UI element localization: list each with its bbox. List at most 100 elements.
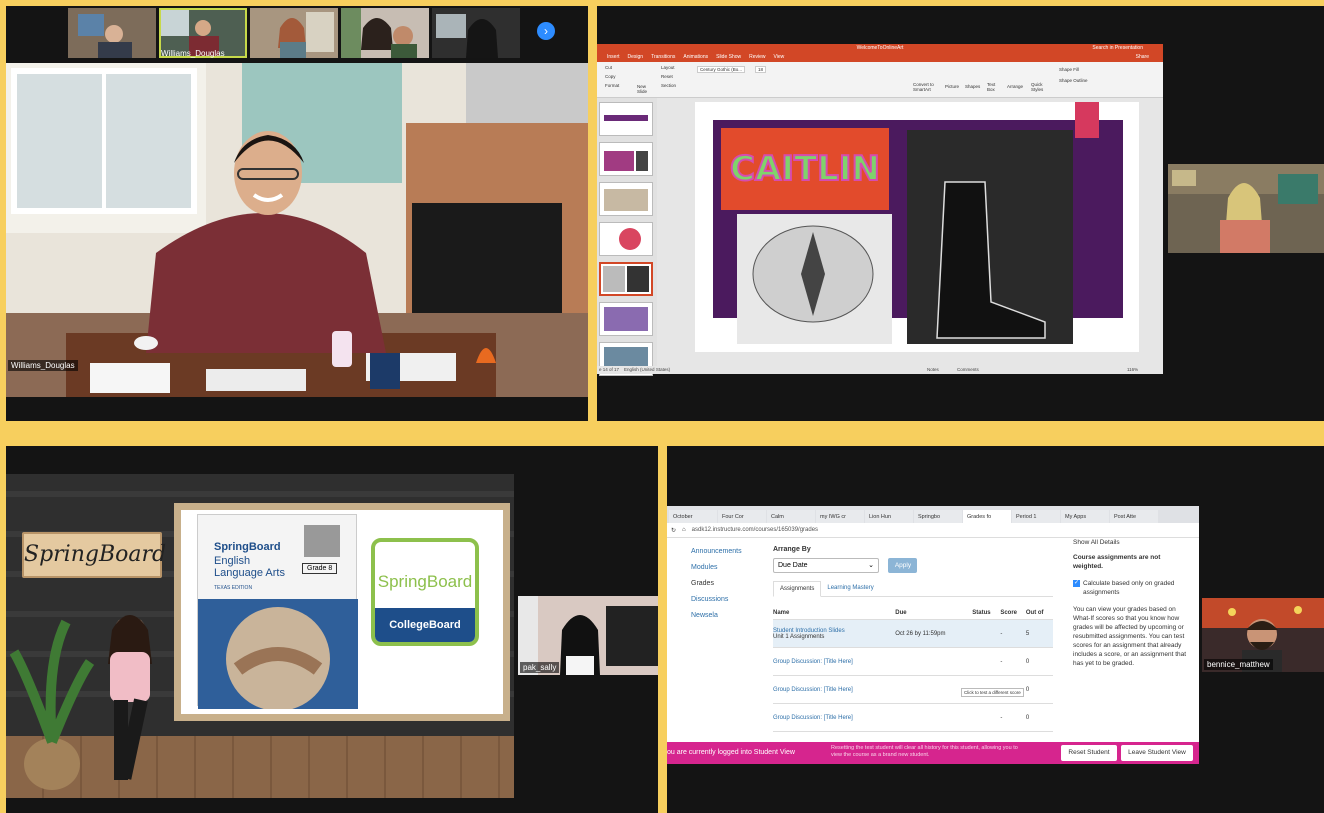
convert-smartart-button[interactable]: Convert to SmartArt [913, 82, 937, 92]
format-painter-button[interactable]: Format [605, 83, 619, 88]
tab-learning-mastery[interactable]: Learning Mastery [821, 581, 879, 596]
ppt-tab[interactable]: Review [749, 53, 765, 62]
ppt-ribbon: Cut Copy Format New Slide Layout Reset S… [597, 62, 1163, 98]
browser-tab[interactable]: Calm [767, 510, 815, 523]
home-icon[interactable]: ⌂ [682, 527, 686, 533]
ppt-tab[interactable]: Transitions [651, 53, 675, 62]
shape-fill-button[interactable]: Shape Fill [1059, 67, 1079, 72]
browser-tab[interactable]: My Apps [1061, 510, 1109, 523]
shapes-button[interactable]: Shapes [965, 84, 980, 89]
ppt-share-button[interactable]: Share [1136, 53, 1149, 62]
participant-thumb[interactable] [68, 8, 156, 58]
copy-button[interactable]: Copy [605, 74, 616, 79]
url-field[interactable]: asdk12.instructure.com/courses/165039/gr… [692, 527, 818, 533]
nav-newsela[interactable]: Newsela [691, 608, 742, 624]
participant-thumb-active[interactable]: Williams_Douglas [159, 8, 247, 58]
slide-thumbnail[interactable] [599, 182, 653, 216]
grades-content: Arrange By Due Date ⌄ Apply Assignments L… [773, 538, 1053, 732]
new-slide-button[interactable]: New Slide [637, 84, 655, 94]
leave-student-view-button[interactable]: Leave Student View [1121, 745, 1193, 761]
book-subject: English Language Arts [214, 555, 285, 579]
canvas-course-page: Announcements Modules Grades Discussions… [667, 538, 1199, 742]
grades-tabs: Assignments Learning Mastery [773, 581, 1053, 597]
notes-button[interactable]: Notes [927, 366, 939, 374]
score-cell[interactable]: - [1000, 647, 1026, 676]
reset-student-button[interactable]: Reset Student [1061, 745, 1117, 761]
ppt-statusbar: e 14 of 17 English (United States) Notes… [597, 366, 1163, 374]
slide-thumbnail-selected[interactable] [599, 262, 653, 296]
reset-button[interactable]: Reset [661, 74, 673, 79]
assignment-link[interactable]: Group Discussion: [Title Here] [773, 659, 853, 665]
ppt-body: CAITLIN [597, 98, 1163, 376]
book-image-placeholder [304, 525, 340, 557]
slide-thumbnail[interactable] [599, 222, 653, 256]
next-page-button[interactable]: › [537, 22, 555, 40]
nav-announcements[interactable]: Announcements [691, 544, 742, 560]
browser-tab[interactable]: Springbo [914, 510, 962, 523]
participant-thumb[interactable] [341, 8, 429, 58]
score-cell[interactable]: - [1000, 703, 1026, 732]
picture-button[interactable]: Picture [945, 84, 959, 89]
font-select[interactable]: Century Gothic (Bo... [697, 66, 746, 73]
status-cell [972, 619, 1001, 648]
slide-thumbnail[interactable] [599, 142, 653, 176]
comments-button[interactable]: Comments [957, 366, 979, 374]
ppt-search[interactable]: Search in Presentation [1092, 44, 1143, 53]
score-tooltip: Click to test a different score [961, 688, 1024, 697]
book-edition: TEXAS EDITION [214, 585, 253, 591]
slide-thumbnail[interactable] [599, 302, 653, 336]
ppt-tab[interactable]: Insert [607, 53, 620, 62]
arrange-by-label: Arrange By [773, 546, 811, 553]
tab-assignments[interactable]: Assignments [773, 581, 822, 597]
arrange-by-select[interactable]: Due Date ⌄ [773, 558, 879, 573]
slide-thumbnail[interactable] [599, 102, 653, 136]
browser-tab-active[interactable]: Grades fo [963, 510, 1011, 523]
slide-canvas[interactable]: CAITLIN [695, 102, 1139, 352]
score-cell[interactable]: - [1000, 619, 1026, 648]
ppt-tab[interactable]: Animations [683, 53, 708, 62]
out-of-cell: 5 [1025, 619, 1053, 648]
text-box-button[interactable]: Text Box [987, 82, 999, 92]
col-due: Due [895, 607, 973, 620]
calc-checkbox[interactable]: ✓ [1073, 580, 1080, 587]
col-score: Score [1000, 607, 1026, 620]
nav-grades[interactable]: Grades [691, 576, 742, 592]
assignment-link[interactable]: Group Discussion: [Title Here] [773, 687, 853, 693]
quick-styles-button[interactable]: Quick Styles [1031, 82, 1045, 92]
nav-modules[interactable]: Modules [691, 560, 742, 576]
textbook-cover[interactable]: SpringBoard English Language Arts TEXAS … [197, 514, 358, 709]
assignment-link[interactable]: Group Discussion: [Title Here] [773, 715, 853, 721]
show-all-details-button[interactable]: Show All Details [1073, 538, 1187, 547]
ppt-tab[interactable]: Design [628, 53, 644, 62]
cut-button[interactable]: Cut [605, 65, 612, 70]
browser-tab[interactable]: Four Cor [718, 510, 766, 523]
side-participant-video [1168, 164, 1324, 253]
font-size-select[interactable]: 18 [755, 66, 767, 73]
nav-discussions[interactable]: Discussions [691, 592, 742, 608]
status-cell [972, 647, 1001, 676]
section-button[interactable]: Section [661, 83, 676, 88]
participant-video-matthew: bennice_matthew [1202, 598, 1324, 672]
arrange-button[interactable]: Arrange [1007, 84, 1023, 89]
participant-thumb[interactable] [250, 8, 338, 58]
address-bar: ↻ ⌂ asdk12.instructure.com/courses/16503… [667, 523, 1199, 538]
participant-thumb[interactable] [432, 8, 520, 58]
layout-button[interactable]: Layout [661, 65, 675, 70]
browser-tab[interactable]: October [669, 510, 717, 523]
back-icon[interactable]: ↻ [671, 527, 676, 534]
col-status: Status [972, 607, 1001, 620]
ppt-tab[interactable]: Slide Show [716, 53, 741, 62]
apply-button[interactable]: Apply [888, 558, 918, 573]
ppt-tab[interactable]: View [774, 53, 785, 62]
browser-tab[interactable]: Period 1 [1012, 510, 1060, 523]
language-indicator: English (United States) [624, 367, 671, 372]
browser-tab[interactable]: my IWG cr [816, 510, 864, 523]
grades-sidebar: Show All Details Course assignments are … [1073, 538, 1187, 668]
grades-table: Name Due Status Score Out of Student Int… [773, 607, 1053, 732]
browser-tab[interactable]: Post Atte [1110, 510, 1158, 523]
out-of-cell: 0 [1025, 647, 1053, 676]
zoom-level[interactable]: 116% [1127, 366, 1138, 374]
browser-tab[interactable]: Lion Hun [865, 510, 913, 523]
ppt-ribbon-tabs: Insert Design Transitions Animations Sli… [597, 53, 1163, 62]
shape-outline-button[interactable]: Shape Outline [1059, 78, 1088, 83]
